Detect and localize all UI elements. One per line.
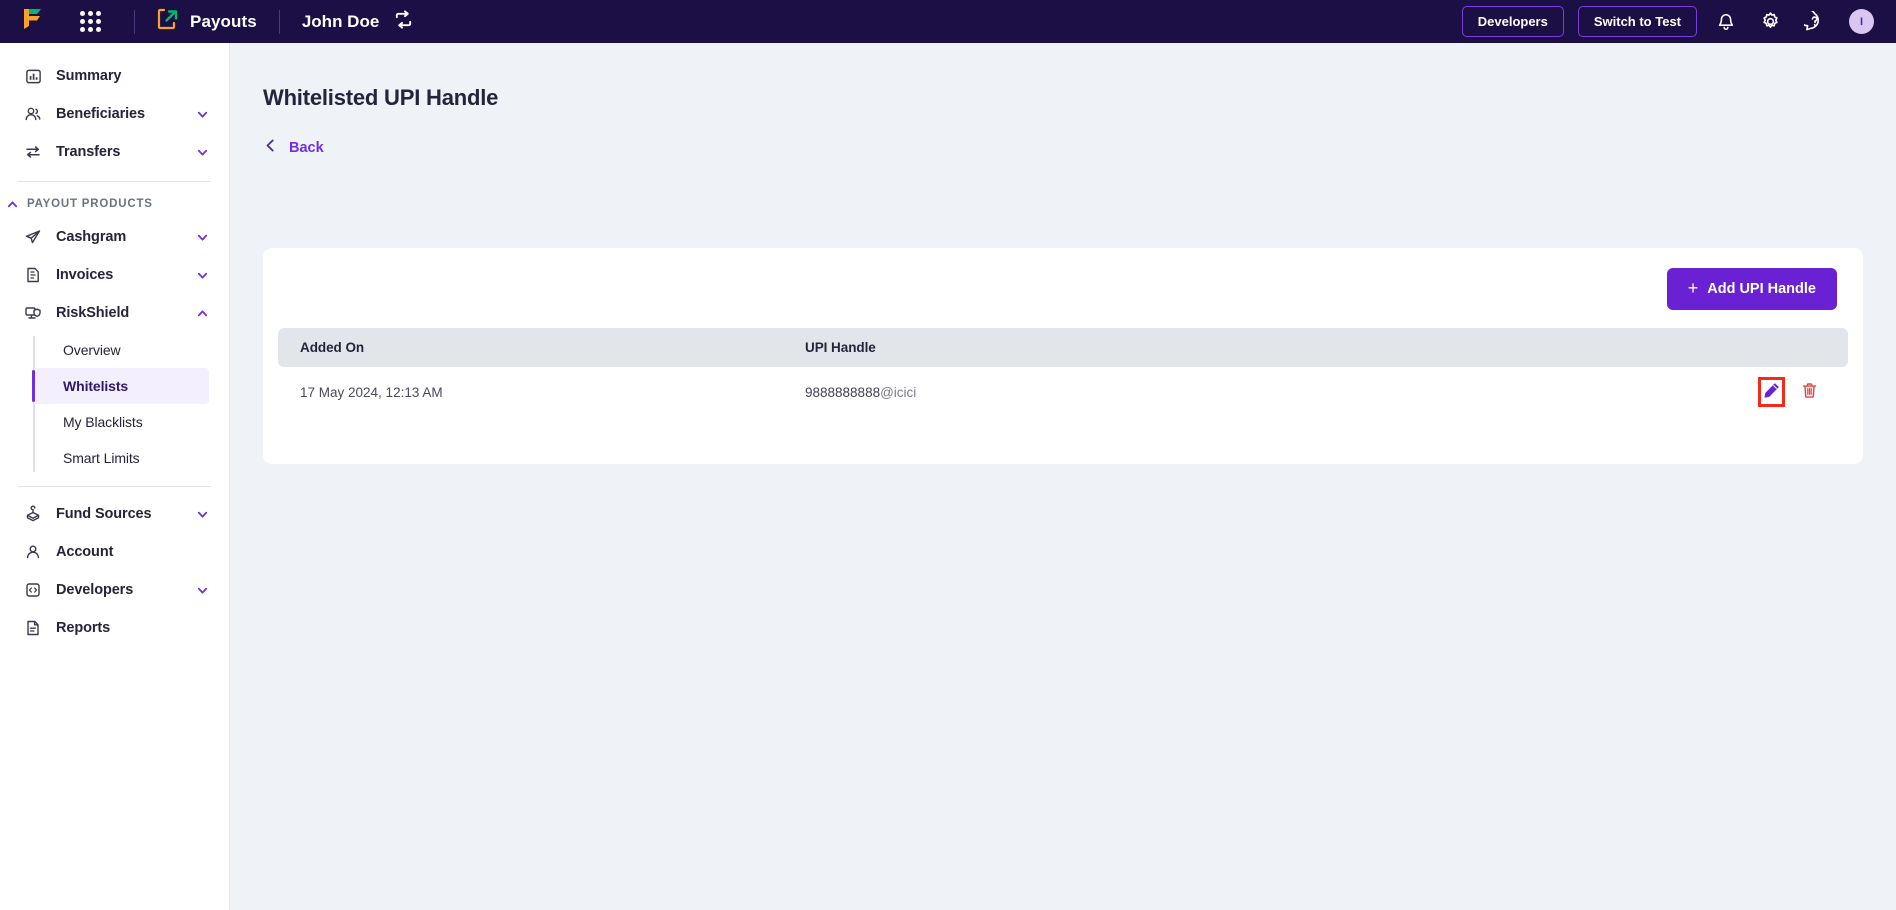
sidebar-item-fund-sources[interactable]: Fund Sources [0,495,229,533]
chevron-down-icon[interactable] [196,508,209,521]
riskshield-icon [22,302,44,324]
upi-handle-suffix: @icici [880,384,917,400]
code-brackets-icon [22,579,44,601]
sidebar-item-label: Beneficiaries [56,106,145,122]
cell-added-on: 17 May 2024, 12:13 AM [278,367,783,417]
nav-right-group: Developers Switch to Test I [1461,6,1896,37]
sidebar-subitem-label: Overview [63,342,121,358]
fund-source-icon [22,503,44,525]
upi-handle-number: 9888888888 [805,384,881,400]
sidebar-item-overview[interactable]: Overview [33,332,209,368]
riskshield-submenu: Overview Whitelists My Blacklists Smart … [31,332,229,476]
cashfree-logo[interactable] [0,0,68,43]
sidebar-item-label: RiskShield [56,305,130,321]
sidebar-item-smart-limits[interactable]: Smart Limits [33,440,209,476]
sidebar-item-label: Reports [56,620,111,636]
column-header-actions [1483,328,1848,367]
plus-icon: + [1687,278,1699,298]
sidebar-item-account[interactable]: Account [0,533,229,571]
table-header-row: Added On UPI Handle [278,328,1848,367]
trash-delete-icon [1801,382,1818,402]
chevron-up-icon[interactable] [196,307,209,320]
add-upi-handle-button[interactable]: + Add UPI Handle [1666,268,1837,310]
sidebar-item-reports[interactable]: Reports [0,609,229,647]
pencil-edit-icon [1763,382,1780,402]
chevron-down-icon[interactable] [196,146,209,159]
back-label: Back [289,140,324,156]
users-icon [22,103,44,125]
sidebar-item-cashgram[interactable]: Cashgram [0,218,229,256]
sidebar-item-label: Transfers [56,144,121,160]
avatar[interactable]: I [1849,9,1874,34]
sidebar-item-summary[interactable]: Summary [0,57,229,95]
sidebar-item-developers[interactable]: Developers [0,571,229,609]
sidebar-item-label: Developers [56,582,134,598]
chevron-down-icon[interactable] [196,269,209,282]
person-icon [22,541,44,563]
sidebar-item-label: Account [56,544,114,560]
cashfree-logo-icon [21,6,47,37]
chevron-down-icon[interactable] [196,231,209,244]
switch-account-icon[interactable] [393,9,414,35]
nav-divider-2 [278,9,280,34]
product-label: Payouts [190,11,257,31]
column-header-added-on: Added On [278,328,783,367]
developers-button[interactable]: Developers [1461,6,1564,37]
apps-grid-icon[interactable] [68,0,112,43]
payouts-icon [157,8,179,35]
add-upi-handle-label: Add UPI Handle [1707,280,1816,297]
chevron-up-icon[interactable] [6,198,19,211]
sidebar-subitem-label: My Blacklists [63,414,143,430]
sidebar: Summary Beneficiaries Transfers PAYOUT P… [0,43,230,910]
sidebar-divider-1 [18,181,211,182]
chart-bar-icon [22,65,44,87]
sidebar-subitem-label: Smart Limits [63,450,140,466]
table-header: Added On UPI Handle [278,328,1848,367]
whitelist-card: + Add UPI Handle Added On UPI Handle 17 … [263,248,1863,464]
edit-row-button[interactable] [1758,377,1785,407]
chevron-down-icon[interactable] [196,108,209,121]
table-row: 17 May 2024, 12:13 AM 9888888888@icici [278,367,1848,417]
product-switcher[interactable]: Payouts [157,8,257,35]
sidebar-section-payout-products[interactable]: PAYOUT PRODUCTS [0,190,229,218]
delete-row-button[interactable] [1801,382,1818,402]
sidebar-item-whitelists[interactable]: Whitelists [31,368,209,404]
sidebar-item-transfers[interactable]: Transfers [0,133,229,171]
back-button[interactable]: Back [263,138,324,158]
sidebar-section-label: PAYOUT PRODUCTS [27,198,153,210]
column-header-upi-handle: UPI Handle [783,328,1483,367]
chevron-left-icon [263,138,278,158]
sidebar-item-label: Summary [56,68,122,84]
invoice-doc-icon [22,264,44,286]
settings-gear-icon[interactable] [1755,7,1785,37]
sidebar-item-riskshield[interactable]: RiskShield [0,294,229,332]
sidebar-item-label: Fund Sources [56,506,152,522]
help-question-icon[interactable] [1799,7,1829,37]
notification-bell-icon[interactable] [1711,7,1741,37]
sidebar-item-invoices[interactable]: Invoices [0,256,229,294]
whitelist-table: Added On UPI Handle 17 May 2024, 12:13 A… [278,328,1848,417]
sidebar-item-beneficiaries[interactable]: Beneficiaries [0,95,229,133]
sidebar-item-label: Invoices [56,267,114,283]
table-body: 17 May 2024, 12:13 AM 9888888888@icici [278,367,1848,417]
main-content: Whitelisted UPI Handle Back + Add UPI Ha… [230,43,1896,910]
chevron-down-icon[interactable] [196,584,209,597]
top-navigation-bar: Payouts John Doe Developers Switch to Te… [0,0,1896,43]
switch-to-test-button[interactable]: Switch to Test [1577,6,1697,37]
card-toolbar: + Add UPI Handle [263,248,1863,310]
nav-divider-1 [134,9,135,34]
transfer-arrows-icon [22,141,44,163]
account-switcher[interactable]: John Doe [302,9,414,35]
sidebar-item-label: Cashgram [56,229,127,245]
paper-plane-icon [22,226,44,248]
sidebar-subitem-label: Whitelists [63,378,129,394]
page-title: Whitelisted UPI Handle [263,85,499,110]
sidebar-item-my-blacklists[interactable]: My Blacklists [33,404,209,440]
report-doc-icon [22,617,44,639]
sidebar-divider-2 [18,486,211,487]
account-name: John Doe [301,11,380,31]
cell-upi-handle: 9888888888@icici [783,367,1483,417]
cell-actions [1483,367,1848,417]
